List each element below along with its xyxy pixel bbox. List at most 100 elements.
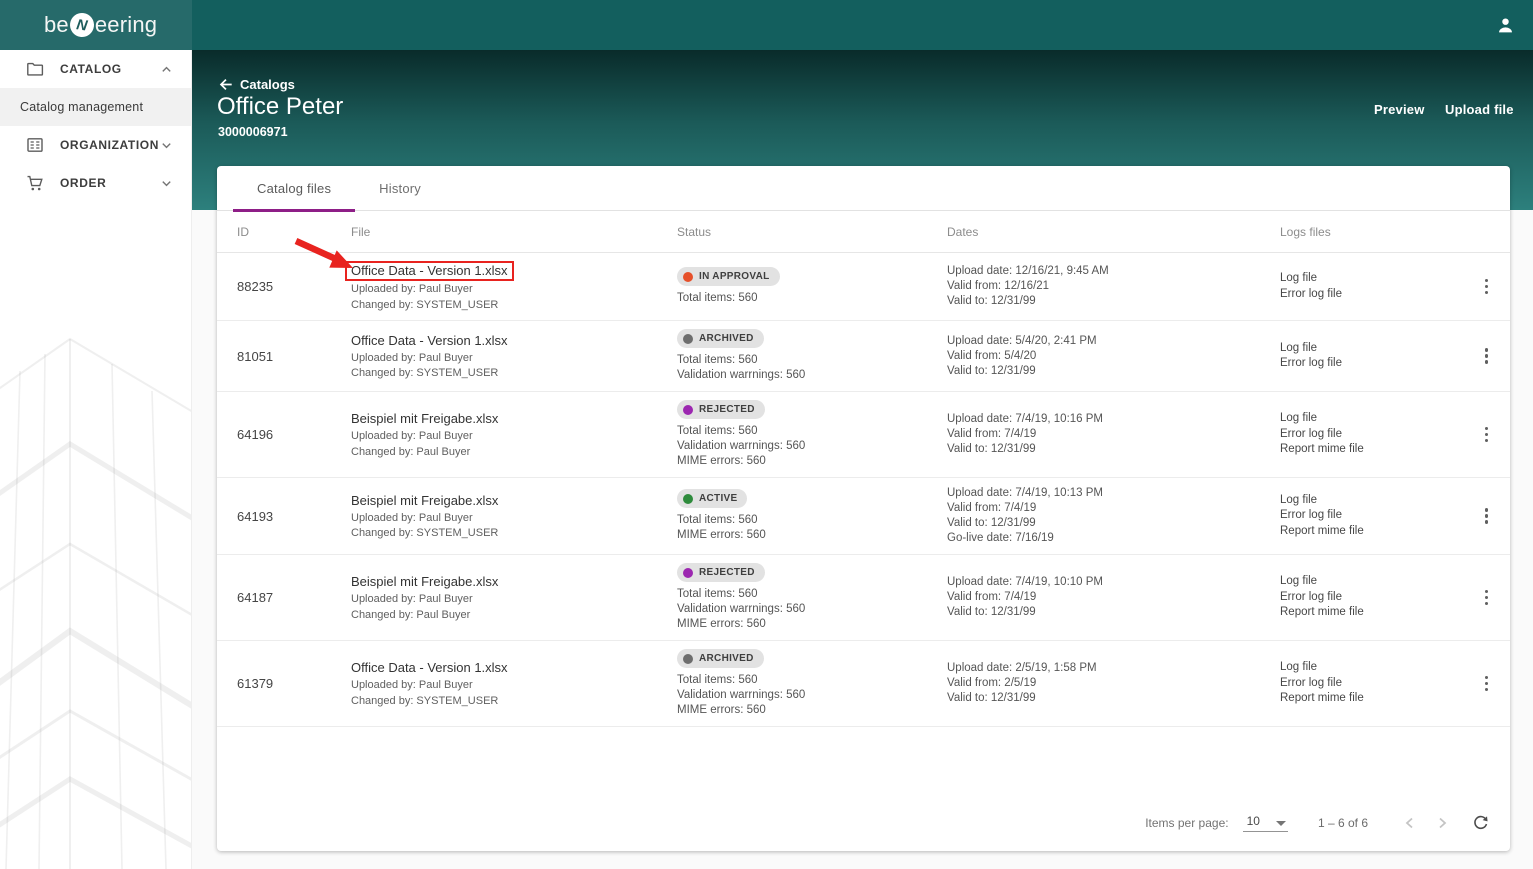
date-line: Upload date: 5/4/20, 2:41 PM [947, 334, 1097, 347]
organization-icon [26, 136, 44, 154]
date-line: Go-live date: 7/16/19 [947, 532, 1054, 544]
next-page-button[interactable] [1426, 807, 1458, 839]
kebab-menu-icon[interactable] [1479, 421, 1495, 449]
top-app-bar: be Neering [0, 0, 1533, 50]
table-row[interactable]: 64196 Beispiel mit Freigabe.xlsx Uploade… [217, 392, 1510, 478]
status-label: REJECTED [699, 404, 755, 415]
sidebar-item-catalog-management[interactable]: Catalog management [0, 88, 191, 126]
table-header: ID File Status Dates Logs files [217, 211, 1510, 253]
tab-bar: Catalog files History [217, 166, 1510, 212]
kebab-menu-icon[interactable] [1479, 342, 1495, 370]
column-header-status: Status [677, 224, 712, 239]
kebab-menu-icon[interactable] [1479, 670, 1495, 698]
page-size-select[interactable]: 10 [1242, 814, 1288, 832]
date-line: Valid to: 12/31/99 [947, 517, 1036, 529]
table-row[interactable]: 64187 Beispiel mit Freigabe.xlsx Uploade… [217, 555, 1510, 641]
sidebar-item-organization[interactable]: ORGANIZATION [0, 126, 191, 164]
status-detail: Total items: 560 [677, 292, 758, 304]
table-row[interactable]: 88235 Office Data - Version 1.xlsx Uploa… [217, 253, 1510, 321]
tab-catalog-files[interactable]: Catalog files [233, 166, 356, 212]
status-label: IN APPROVAL [699, 271, 770, 282]
status-detail: MIME errors: 560 [677, 529, 766, 541]
status-detail: Validation warrnings: 560 [677, 369, 806, 381]
sidebar-item-order[interactable]: ORDER [0, 164, 191, 202]
table-row[interactable]: 64193 Beispiel mit Freigabe.xlsx Uploade… [217, 478, 1510, 555]
log-file-link[interactable]: Error log file [1280, 508, 1477, 524]
date-line: Upload date: 7/4/19, 10:13 PM [947, 487, 1103, 499]
file-name: Beispiel mit Freigabe.xlsx [351, 492, 499, 508]
row-id: 64196 [237, 427, 274, 442]
items-per-page-label: Items per page: [1145, 816, 1229, 830]
row-id: 81051 [237, 348, 274, 364]
folder-icon [26, 60, 44, 78]
uploaded-by: Uploaded by: Paul Buyer [351, 511, 473, 524]
logo-n-icon: N [68, 11, 96, 39]
log-file-link[interactable]: Error log file [1280, 356, 1477, 372]
table-row[interactable]: 81051 Office Data - Version 1.xlsx Uploa… [217, 321, 1510, 392]
page-range-label: 1 – 6 of 6 [1317, 816, 1368, 830]
log-file-link[interactable]: Log file [1280, 341, 1477, 357]
status-label: ACTIVE [699, 493, 738, 504]
status-detail: Total items: 560 [677, 354, 758, 366]
column-header-id: ID [237, 224, 249, 239]
uploaded-by: Uploaded by: Paul Buyer [351, 430, 473, 442]
date-line: Valid from: 7/4/19 [947, 591, 1037, 603]
changed-by: Changed by: SYSTEM_USER [351, 367, 499, 379]
log-file-link[interactable]: Log file [1280, 411, 1477, 427]
preview-button[interactable]: Preview [1370, 100, 1429, 119]
tab-history[interactable]: History [355, 166, 445, 211]
file-name: Beispiel mit Freigabe.xlsx [351, 574, 499, 589]
kebab-menu-icon[interactable] [1479, 502, 1495, 530]
catalog-files-card: Catalog files History ID File Status Dat… [217, 166, 1510, 851]
status-detail: Validation warrnings: 560 [677, 440, 806, 452]
row-id: 64193 [237, 508, 274, 524]
log-file-link[interactable]: Report mime file [1280, 605, 1477, 621]
sidebar-item-catalog[interactable]: CATALOG [0, 50, 191, 88]
log-file-link[interactable]: Report mime file [1280, 524, 1477, 540]
status-dot-icon [683, 493, 693, 504]
kebab-menu-icon[interactable] [1479, 273, 1495, 301]
row-id: 61379 [237, 676, 274, 691]
changed-by: Changed by: Paul Buyer [351, 608, 471, 621]
changed-by: Changed by: SYSTEM_USER [351, 298, 499, 311]
refresh-icon [1473, 815, 1488, 829]
log-file-link[interactable]: Error log file [1280, 287, 1477, 303]
account-person-icon[interactable] [1496, 16, 1515, 35]
changed-by: Changed by: SYSTEM_USER [351, 527, 499, 539]
log-file-link[interactable]: Log file [1280, 660, 1477, 676]
log-file-link[interactable]: Error log file [1280, 590, 1477, 606]
previous-page-button[interactable] [1394, 807, 1426, 839]
table-row[interactable]: 61379 Office Data - Version 1.xlsx Uploa… [217, 641, 1510, 727]
upload-file-button[interactable]: Upload file [1441, 100, 1518, 119]
status-detail: Total items: 560 [677, 674, 758, 686]
log-file-link[interactable]: Log file [1280, 574, 1477, 590]
logo-text: eering [94, 12, 158, 37]
back-to-catalogs-link[interactable]: Catalogs [218, 77, 295, 92]
date-line: Upload date: 7/4/19, 10:10 PM [947, 576, 1103, 588]
refresh-button[interactable] [1464, 807, 1496, 839]
log-file-link[interactable]: Report mime file [1280, 691, 1477, 707]
date-line: Upload date: 12/16/21, 9:45 AM [947, 265, 1109, 277]
date-line: Upload date: 7/4/19, 10:16 PM [947, 413, 1103, 425]
catalog-id: 3000006971 [218, 125, 288, 139]
column-header-logs: Logs files [1280, 224, 1331, 239]
status-label: ARCHIVED [699, 333, 754, 344]
log-file-link[interactable]: Error log file [1280, 427, 1477, 443]
status-label: REJECTED [699, 567, 755, 578]
status-dot-icon [683, 567, 693, 578]
changed-by: Changed by: Paul Buyer [351, 445, 471, 458]
log-file-link[interactable]: Report mime file [1280, 442, 1477, 458]
status-detail: Total items: 560 [677, 425, 758, 437]
date-line: Valid to: 12/31/99 [947, 692, 1036, 704]
sidebar-subitem-label: Catalog management [20, 100, 144, 114]
sidebar-item-label: ORDER [60, 176, 107, 190]
log-file-link[interactable]: Log file [1280, 493, 1477, 509]
chevron-left-icon [1405, 817, 1413, 829]
log-file-link[interactable]: Log file [1280, 271, 1477, 287]
log-file-link[interactable]: Error log file [1280, 676, 1477, 692]
chevron-down-icon [160, 139, 173, 152]
file-name: Office Data - Version 1.xlsx [351, 660, 508, 675]
kebab-menu-icon[interactable] [1479, 584, 1495, 612]
date-line: Valid to: 12/31/99 [947, 606, 1036, 618]
status-detail: MIME errors: 560 [677, 704, 766, 716]
